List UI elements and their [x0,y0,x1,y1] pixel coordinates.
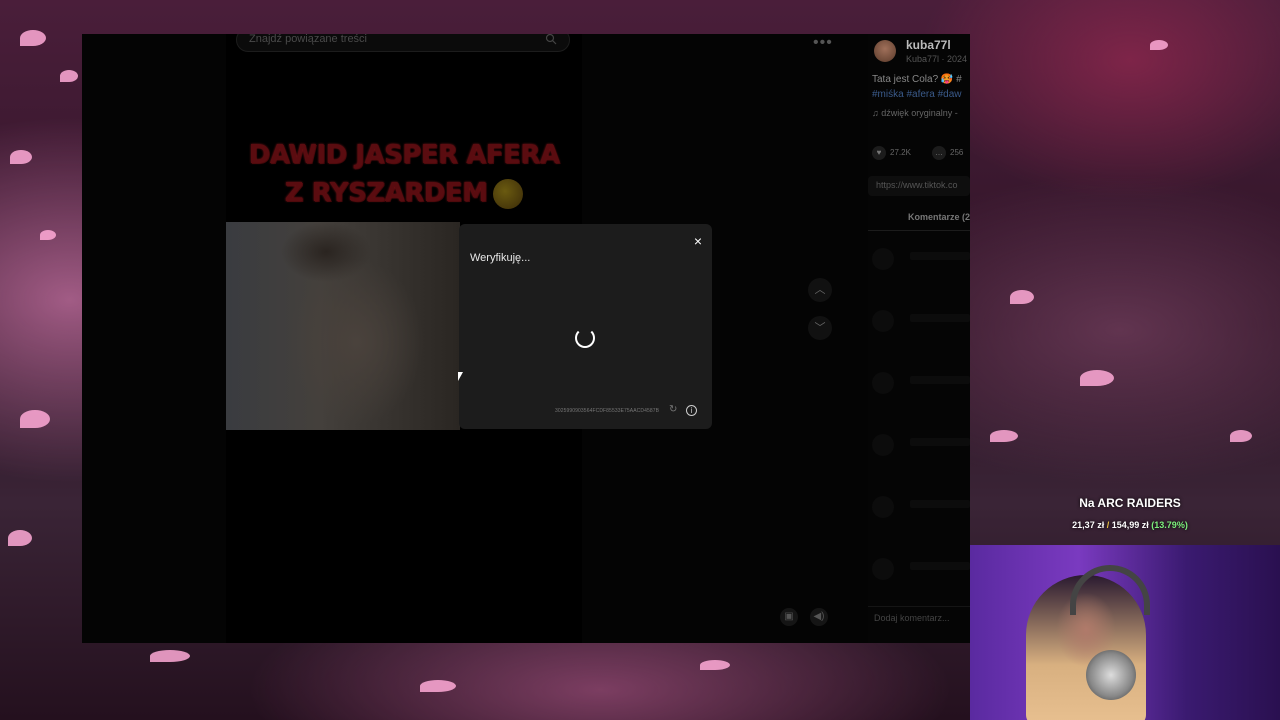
verification-code: 3025990903564FCDF85533E75AACD4587B [555,408,660,414]
comment-skeleton-line [910,500,970,508]
webcam-feed [970,545,1280,720]
comment-input[interactable]: Dodaj komentarz... [868,606,970,628]
goal-percent: (13.79%) [1151,520,1188,530]
donation-goal-progress: 21,37 zł / 154,99 zł (13.79%) [970,520,1280,530]
comment-skeleton-avatar [872,310,894,332]
chevron-down-icon: ﹀ [814,322,826,334]
heart-icon: ♥ [872,146,886,160]
browser-window: Znajdź powiązane treści ••• DAWID JASPER… [82,34,970,643]
hashtags[interactable]: #miśka #afera #daw [872,89,962,100]
comment-stat[interactable]: … 256 [932,146,963,160]
headline-line-2: Z RYSZARDEM [284,178,488,208]
modal-title: Weryfikuję... [470,252,531,264]
tab-comments[interactable]: Komentarze (2 [908,212,970,222]
verification-modal: Weryfikuję... × 3025990903564FCDF85533E7… [459,224,712,429]
comment-skeleton-line [910,438,970,446]
video-headline: DAWID JASPER AFERA Z RYSZARDEM [226,136,582,212]
refresh-icon[interactable]: ↻ [669,404,677,415]
comment-icon: … [932,146,946,160]
search-placeholder: Znajdź powiązane treści [249,34,368,45]
headline-line-1: DAWID JASPER AFERA [248,140,560,170]
comment-skeleton-line [910,562,970,570]
like-stat[interactable]: ♥ 27.2K [872,146,911,160]
share-link-field[interactable]: https://www.tiktok.co [868,176,970,196]
close-icon[interactable]: × [694,234,702,248]
previous-video-button[interactable]: ︿ [808,278,832,302]
loading-spinner-icon [575,328,595,348]
comment-skeleton-avatar [872,248,894,270]
emoji-icon [493,178,524,209]
chevron-up-icon: ︿ [814,284,826,296]
comment-skeleton-avatar [872,558,894,580]
comment-skeleton-avatar [872,372,894,394]
author-name[interactable]: kuba77l [906,38,951,52]
sound-link[interactable]: ♫ dźwięk oryginalny - [872,108,958,118]
search-icon[interactable] [545,34,557,48]
goal-separator: / [1106,520,1110,530]
volume-icon[interactable]: ◀) [810,608,828,626]
donation-goal-title: Na ARC RAIDERS [1079,496,1181,510]
comment-count: 256 [950,148,964,158]
side-panel: kuba77l Kuba77l · 2024 Tata jest Cola? 🥵… [868,34,970,643]
info-icon[interactable]: i [686,405,697,416]
comment-skeleton-avatar [872,496,894,518]
video-description: Tata jest Cola? 🥵 # [872,74,962,85]
goal-current: 21,37 zł [1072,520,1105,530]
author-subtitle: Kuba77l · 2024 [906,54,968,64]
mouse-cursor-icon [458,372,463,381]
comment-skeleton-line [910,252,970,260]
comment-skeleton-line [910,376,970,384]
microphone-icon [1086,650,1136,700]
comment-skeleton-line [910,314,970,322]
tab-divider [868,230,970,231]
more-options-icon[interactable]: ••• [813,34,833,52]
avatar[interactable] [874,40,896,62]
like-count: 27.2K [890,148,911,158]
comment-skeleton-avatar [872,434,894,456]
next-video-button[interactable]: ﹀ [808,316,832,340]
video-frame[interactable] [226,222,460,430]
goal-target: 154,99 zł [1111,520,1149,530]
headset-icon [1070,565,1150,615]
pip-icon[interactable]: ▣ [780,608,798,626]
search-input[interactable]: Znajdź powiązane treści [236,34,570,52]
